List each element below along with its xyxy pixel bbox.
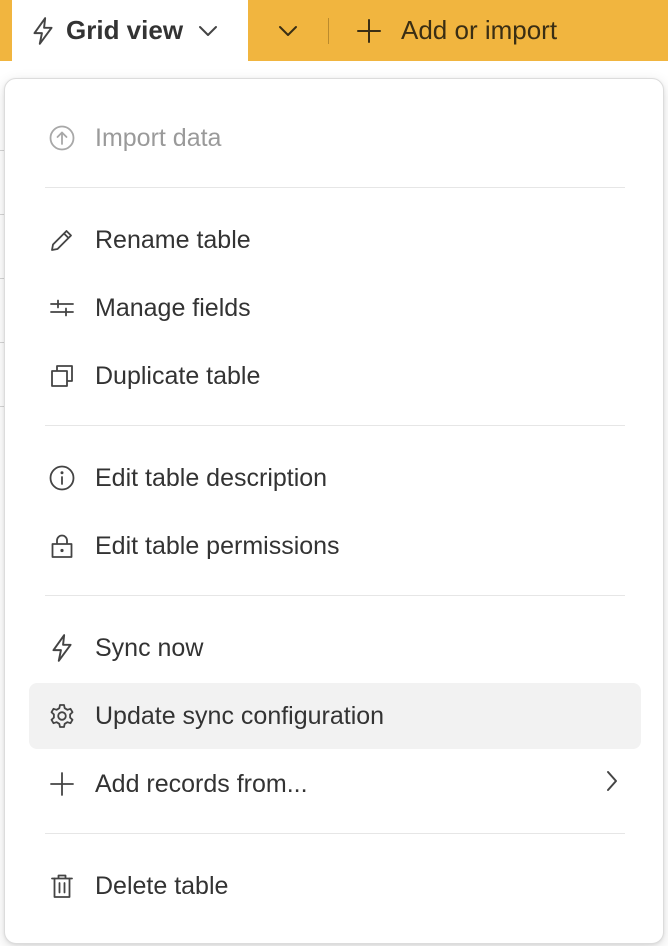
- menu-item-add-records-from[interactable]: Add records from...: [29, 751, 641, 817]
- trash-icon: [47, 871, 77, 901]
- menu-item-label: Add records from...: [95, 769, 308, 798]
- menu-item-duplicate-table[interactable]: Duplicate table: [29, 343, 641, 409]
- menu-item-edit-table-permissions[interactable]: Edit table permissions: [29, 513, 641, 579]
- menu-item-update-sync-configuration[interactable]: Update sync configuration: [29, 683, 641, 749]
- gear-icon: [47, 701, 77, 731]
- table-toolbar: Grid view Add or import: [0, 0, 668, 61]
- chevron-right-icon: [605, 769, 619, 793]
- menu-item-label: Rename table: [95, 225, 251, 254]
- info-icon: [47, 463, 77, 493]
- add-or-import-label: Add or import: [401, 15, 558, 45]
- table-options-menu: Import data Rename table Manage fields D…: [4, 78, 664, 944]
- menu-item-label: Edit table description: [95, 463, 328, 492]
- arrow-up-circle-icon: [47, 123, 77, 153]
- menu-item-rename-table[interactable]: Rename table: [29, 207, 641, 273]
- menu-item-label: Update sync configuration: [95, 701, 385, 730]
- menu-item-label: Import data: [95, 123, 222, 152]
- add-or-import-button[interactable]: Add or import: [329, 0, 557, 61]
- plus-icon: [355, 17, 383, 45]
- chevron-down-icon: [277, 24, 299, 38]
- menu-divider: [45, 425, 625, 426]
- menu-item-import-data[interactable]: Import data: [29, 105, 641, 171]
- lightning-icon: [30, 16, 56, 46]
- menu-item-label: Manage fields: [95, 293, 251, 322]
- menu-item-delete-table[interactable]: Delete table: [29, 853, 641, 919]
- table-menu-button[interactable]: [248, 0, 328, 61]
- sliders-icon: [47, 293, 77, 323]
- toolbar-accent: [0, 0, 12, 61]
- menu-item-label: Delete table: [95, 871, 229, 900]
- duplicate-icon: [47, 361, 77, 391]
- menu-item-label: Sync now: [95, 633, 204, 662]
- menu-item-sync-now[interactable]: Sync now: [29, 615, 641, 681]
- lightning-icon: [47, 633, 77, 663]
- pencil-icon: [47, 225, 77, 255]
- menu-item-manage-fields[interactable]: Manage fields: [29, 275, 641, 341]
- menu-item-label: Duplicate table: [95, 361, 261, 390]
- menu-item-edit-table-description[interactable]: Edit table description: [29, 445, 641, 511]
- table-actions-bar: Add or import: [248, 0, 668, 61]
- view-switcher-button[interactable]: Grid view: [12, 0, 248, 61]
- menu-divider: [45, 595, 625, 596]
- menu-divider: [45, 187, 625, 188]
- menu-divider: [45, 833, 625, 834]
- menu-item-label: Edit table permissions: [95, 531, 340, 560]
- screen: Grid view Add or import Import data Rena…: [0, 0, 668, 946]
- view-name: Grid view: [66, 15, 184, 45]
- lock-icon: [47, 531, 77, 561]
- plus-icon: [47, 769, 77, 799]
- chevron-down-icon: [197, 24, 219, 38]
